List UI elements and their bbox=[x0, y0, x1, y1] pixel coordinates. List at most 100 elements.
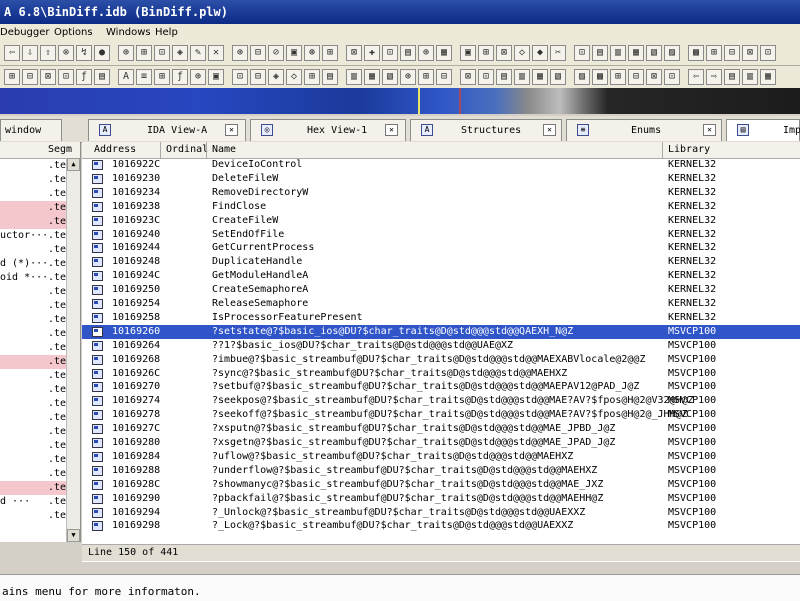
toolbar-button-tb1-17-icon[interactable]: ⊞ bbox=[322, 45, 338, 61]
toolbar-button-tb2-35-icon[interactable]: ⊡ bbox=[664, 69, 680, 85]
toolbar-button-tb1-0-icon[interactable]: ⇦ bbox=[4, 45, 20, 61]
import-row[interactable]: 10169250 CreateSemaphoreA KERNEL32 bbox=[82, 283, 800, 297]
import-row[interactable]: 10169290 ?pbackfail@?$basic_streambuf@DU?… bbox=[82, 492, 800, 506]
toolbar-button-tb2-13-icon[interactable]: ⊟ bbox=[250, 69, 266, 85]
import-row[interactable]: 1016928C ?showmanyc@?$basic_streambuf@DU?… bbox=[82, 478, 800, 492]
toolbar-button-tb2-5-icon[interactable]: ▤ bbox=[94, 69, 110, 85]
toolbar-button-tb1-15-icon[interactable]: ▣ bbox=[286, 45, 302, 61]
import-row[interactable]: 10169298 ?_Lock@?$basic_streambuf@DU?$cha… bbox=[82, 519, 800, 533]
toolbar-button-tb1-7-icon[interactable]: ⊞ bbox=[136, 45, 152, 61]
toolbar-button-tb1-28-icon[interactable]: ◆ bbox=[532, 45, 548, 61]
import-row[interactable]: 10169274 ?seekpos@?$basic_streambuf@DU?$c… bbox=[82, 394, 800, 408]
close-icon[interactable]: ✕ bbox=[543, 124, 556, 136]
toolbar-button-tb2-24-icon[interactable]: ⊠ bbox=[460, 69, 476, 85]
toolbar-button-tb2-16-icon[interactable]: ⊞ bbox=[304, 69, 320, 85]
column-library[interactable]: Library bbox=[668, 144, 710, 155]
import-row[interactable]: 10169258 IsProcessorFeaturePresent KERNEL3… bbox=[82, 311, 800, 325]
import-row[interactable]: 10169254 ReleaseSemaphore KERNEL32 bbox=[82, 297, 800, 311]
toolbar-button-tb2-6-icon[interactable]: A bbox=[118, 69, 134, 85]
import-row[interactable]: 10169230 DeleteFileW KERNEL32 bbox=[82, 172, 800, 186]
tab-hex-view-1[interactable]: ◎ Hex View-1 ✕ bbox=[250, 119, 406, 141]
import-row[interactable]: 10169280 ?xsgetn@?$basic_streambuf@DU?$ch… bbox=[82, 436, 800, 450]
toolbar-button-tb2-29-icon[interactable]: ▧ bbox=[550, 69, 566, 85]
toolbar-button-tb2-31-icon[interactable]: ▩ bbox=[592, 69, 608, 85]
import-row[interactable]: 10169288 ?underflow@?$basic_streambuf@DU?… bbox=[82, 464, 800, 478]
toolbar-button-tb2-23-icon[interactable]: ⊟ bbox=[436, 69, 452, 85]
tab-window[interactable]: window bbox=[0, 119, 62, 141]
toolbar-button-tb2-2-icon[interactable]: ⊠ bbox=[40, 69, 56, 85]
toolbar-button-tb1-9-icon[interactable]: ◈ bbox=[172, 45, 188, 61]
toolbar-button-tb2-34-icon[interactable]: ⊠ bbox=[646, 69, 662, 85]
import-row[interactable]: 10169294 ?_Unlock@?$basic_streambuf@DU?$c… bbox=[82, 506, 800, 520]
scroll-up-icon[interactable]: ▲ bbox=[67, 158, 80, 171]
import-row[interactable]: 10169238 FindClose KERNEL32 bbox=[82, 200, 800, 214]
toolbar-button-tb2-12-icon[interactable]: ⊡ bbox=[232, 69, 248, 85]
segment-column-header[interactable]: Segm bbox=[48, 144, 72, 155]
tab-ida-view-a[interactable]: A IDA View-A ✕ bbox=[88, 119, 246, 141]
column-name[interactable]: Name bbox=[212, 144, 236, 155]
toolbar-button-tb2-9-icon[interactable]: ƒ bbox=[172, 69, 188, 85]
toolbar-button-tb1-22-icon[interactable]: ⊕ bbox=[418, 45, 434, 61]
close-icon[interactable]: ✕ bbox=[225, 124, 238, 136]
toolbar-button-tb2-8-icon[interactable]: ⊞ bbox=[154, 69, 170, 85]
toolbar-button-tb2-17-icon[interactable]: ▤ bbox=[322, 69, 338, 85]
toolbar-button-tb1-14-icon[interactable]: ⊘ bbox=[268, 45, 284, 61]
toolbar-button-tb1-35-icon[interactable]: ▨ bbox=[664, 45, 680, 61]
import-row[interactable]: 1016924C GetModuleHandleA KERNEL32 bbox=[82, 269, 800, 283]
toolbar-button-tb1-29-icon[interactable]: ✂ bbox=[550, 45, 566, 61]
import-row[interactable]: 10169264 ??1?$basic_ios@DU?$char_traits@D… bbox=[82, 339, 800, 353]
toolbar-button-tb1-40-icon[interactable]: ⊡ bbox=[760, 45, 776, 61]
toolbar-button-tb2-37-icon[interactable]: ⇨ bbox=[706, 69, 722, 85]
toolbar-button-tb1-20-icon[interactable]: ⊡ bbox=[382, 45, 398, 61]
toolbar-button-tb1-34-icon[interactable]: ▧ bbox=[646, 45, 662, 61]
toolbar-button-tb2-27-icon[interactable]: ▥ bbox=[514, 69, 530, 85]
navigation-band[interactable] bbox=[0, 88, 800, 114]
import-row[interactable]: 10169278 ?seekoff@?$basic_streambuf@DU?$c… bbox=[82, 408, 800, 422]
import-row[interactable]: 1016927C ?xsputn@?$basic_streambuf@DU?$ch… bbox=[82, 422, 800, 436]
toolbar-button-tb2-20-icon[interactable]: ▧ bbox=[382, 69, 398, 85]
toolbar-button-tb2-15-icon[interactable]: ◇ bbox=[286, 69, 302, 85]
toolbar-button-tb2-4-icon[interactable]: ƒ bbox=[76, 69, 92, 85]
toolbar-button-tb1-11-icon[interactable]: ✕ bbox=[208, 45, 224, 61]
menu-options[interactable]: Options bbox=[54, 27, 93, 38]
toolbar-button-tb2-33-icon[interactable]: ⊟ bbox=[628, 69, 644, 85]
toolbar-button-tb1-30-icon[interactable]: ⊡ bbox=[574, 45, 590, 61]
toolbar-button-tb2-11-icon[interactable]: ▣ bbox=[208, 69, 224, 85]
scroll-down-icon[interactable]: ▼ bbox=[67, 529, 80, 542]
toolbar-button-tb1-27-icon[interactable]: ◇ bbox=[514, 45, 530, 61]
toolbar-button-tb2-30-icon[interactable]: ▨ bbox=[574, 69, 590, 85]
toolbar-button-tb2-10-icon[interactable]: ⊕ bbox=[190, 69, 206, 85]
toolbar-button-tb1-1-icon[interactable]: ⇩ bbox=[22, 45, 38, 61]
column-ordinal[interactable]: Ordinal bbox=[166, 144, 208, 155]
import-row[interactable]: 10169268 ?imbue@?$basic_streambuf@DU?$cha… bbox=[82, 353, 800, 367]
column-address[interactable]: Address bbox=[94, 144, 136, 155]
toolbar-button-tb1-16-icon[interactable]: ⊛ bbox=[304, 45, 320, 61]
toolbar-button-tb1-33-icon[interactable]: ▦ bbox=[628, 45, 644, 61]
toolbar-button-tb1-10-icon[interactable]: ✎ bbox=[190, 45, 206, 61]
toolbar-button-tb2-36-icon[interactable]: ⇦ bbox=[688, 69, 704, 85]
menu-help[interactable]: Help bbox=[155, 27, 178, 38]
menu-windows[interactable]: Windows bbox=[106, 27, 151, 38]
toolbar-button-tb1-21-icon[interactable]: ▤ bbox=[400, 45, 416, 61]
toolbar-button-tb1-37-icon[interactable]: ⊞ bbox=[706, 45, 722, 61]
toolbar-button-tb2-18-icon[interactable]: ▥ bbox=[346, 69, 362, 85]
toolbar-button-tb1-36-icon[interactable]: ▩ bbox=[688, 45, 704, 61]
toolbar-button-tb1-2-icon[interactable]: ⇧ bbox=[40, 45, 56, 61]
toolbar-button-tb1-26-icon[interactable]: ⊠ bbox=[496, 45, 512, 61]
import-row[interactable]: 10169234 RemoveDirectoryW KERNEL32 bbox=[82, 186, 800, 200]
close-icon[interactable]: ✕ bbox=[703, 124, 716, 136]
toolbar-button-tb2-25-icon[interactable]: ⊡ bbox=[478, 69, 494, 85]
import-row[interactable]: 1016926C ?sync@?$basic_streambuf@DU?$char… bbox=[82, 367, 800, 381]
menu-debugger[interactable]: Debugger bbox=[0, 27, 50, 38]
close-icon[interactable]: ✕ bbox=[385, 124, 398, 136]
toolbar-button-tb2-3-icon[interactable]: ⊡ bbox=[58, 69, 74, 85]
toolbar-button-tb1-19-icon[interactable]: ✚ bbox=[364, 45, 380, 61]
toolbar-button-tb1-13-icon[interactable]: ⊟ bbox=[250, 45, 266, 61]
toolbar-button-tb2-7-icon[interactable]: ≡ bbox=[136, 69, 152, 85]
toolbar-button-tb2-19-icon[interactable]: ▦ bbox=[364, 69, 380, 85]
toolbar-button-tb1-32-icon[interactable]: ▥ bbox=[610, 45, 626, 61]
import-row[interactable]: 1016922C DeviceIoControl KERNEL32 bbox=[82, 158, 800, 172]
toolbar-button-tb2-21-icon[interactable]: ⊕ bbox=[400, 69, 416, 85]
toolbar-button-tb2-40-icon[interactable]: ▦ bbox=[760, 69, 776, 85]
toolbar-button-tb1-3-icon[interactable]: ⊗ bbox=[58, 45, 74, 61]
